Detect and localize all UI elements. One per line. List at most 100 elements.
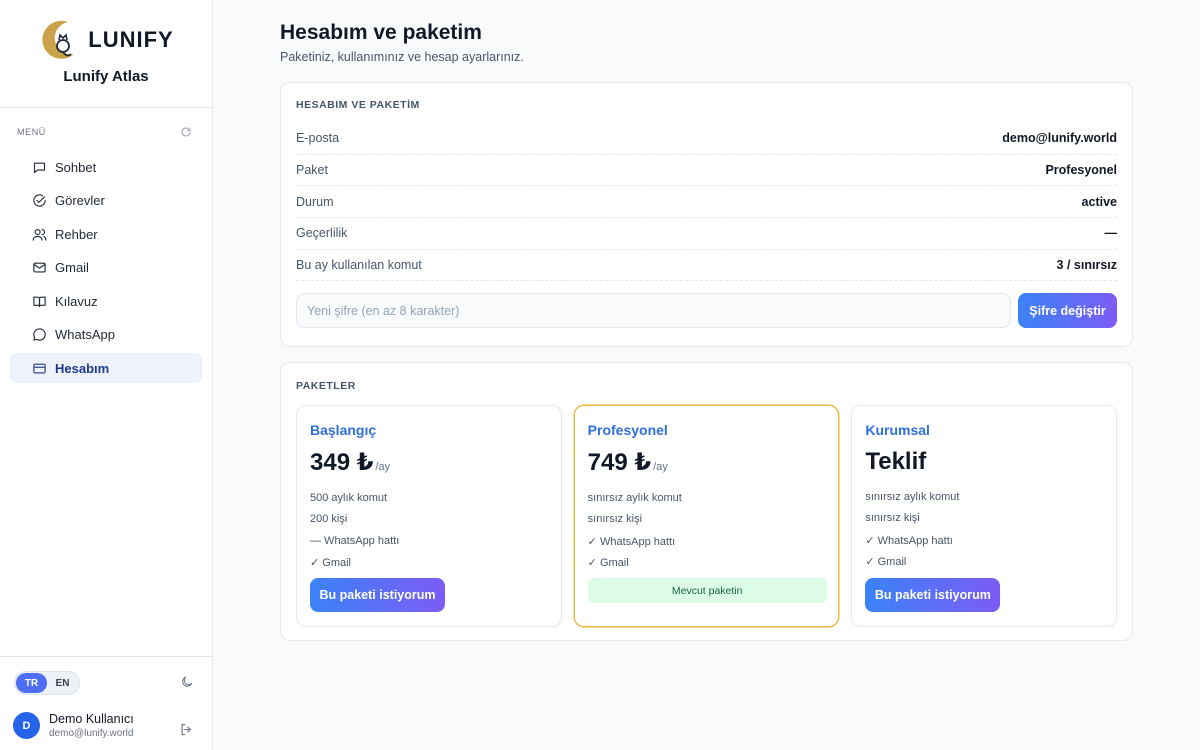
plan-card-profesyonel: Profesyonel 749 ₺ /ay sınırsız aylık kom… xyxy=(573,405,840,627)
sidebar-item-sohbet[interactable]: Sohbet xyxy=(10,152,202,182)
plan-price-amount: 349 ₺ xyxy=(310,449,374,476)
moon-icon[interactable] xyxy=(180,675,194,689)
plans-heading: PAKETLER xyxy=(296,380,356,392)
plan-card-baslangic: Başlangıç 349 ₺ /ay 500 aylık komut 200 … xyxy=(296,405,562,627)
plan-feature: ✓ Gmail xyxy=(587,556,629,569)
plan-feature: sınırsız aylık komut xyxy=(587,492,682,504)
moon-cat-logo-icon xyxy=(42,20,75,59)
account-row-status: Durum active xyxy=(296,186,1117,219)
main-content: Hesabım ve paketim Paketiniz, kullanımın… xyxy=(280,0,1133,641)
plan-feature: sınırsız kişi xyxy=(587,513,643,526)
plan-name: Profesyonel xyxy=(587,422,668,438)
plan-card-kurumsal: Kurumsal Teklif sınırsız aylık komut sın… xyxy=(851,405,1118,627)
brand-name: Lunify Atlas xyxy=(63,68,149,85)
request-plan-button[interactable]: Bu paketi istiyorum xyxy=(865,578,1001,612)
plan-feature: 500 aylık komut xyxy=(310,492,388,504)
plan-price-period: /ay xyxy=(653,461,668,473)
language-switch: TR EN xyxy=(14,671,80,695)
whatsapp-icon xyxy=(33,328,46,341)
sidebar-item-label: Hesabım xyxy=(55,360,110,376)
plans-list: Başlangıç 349 ₺ /ay 500 aylık komut 200 … xyxy=(296,405,1118,627)
account-row-email: E-posta demo@lunify.world xyxy=(296,123,1117,155)
row-value: demo@lunify.world xyxy=(1002,131,1117,146)
sidebar-footer: TR EN D Demo Kullanıcı demo@lunify.world xyxy=(0,656,212,750)
plan-feature: ✓ Gmail xyxy=(865,555,907,568)
plan-price: 749 ₺ /ay xyxy=(588,448,826,477)
current-plan-badge: Mevcut paketin xyxy=(587,578,827,603)
account-row-validity: Geçerlilik — xyxy=(296,218,1117,250)
plan-price-amount: 749 ₺ xyxy=(587,449,652,476)
sidebar-item-gorevler[interactable]: Görevler xyxy=(10,186,202,216)
sidebar-item-kilavuz[interactable]: Kılavuz xyxy=(10,286,202,316)
page-title: Hesabım ve paketim xyxy=(280,21,482,44)
account-row-usage: Bu ay kullanılan komut 3 / sınırsız xyxy=(296,250,1117,282)
sidebar-item-label: Gmail xyxy=(55,260,89,275)
plan-feature: ✓ WhatsApp hattı xyxy=(865,534,953,547)
plan-feature: sınırsız aylık komut xyxy=(865,491,960,503)
plan-price-period: /ay xyxy=(375,461,391,473)
plan-features: 500 aylık komut 200 kişi — WhatsApp hatt… xyxy=(310,492,548,577)
logo[interactable]: LUNIFY xyxy=(38,18,173,62)
sidebar-item-label: Sohbet xyxy=(55,159,97,175)
plan-features: sınırsız aylık komut sınırsız kişi ✓ Wha… xyxy=(588,492,826,577)
sidebar-item-hesabim[interactable]: Hesabım xyxy=(10,353,202,383)
sidebar-item-rehber[interactable]: Rehber xyxy=(10,219,202,249)
row-value: — xyxy=(1104,226,1118,241)
account-details: E-posta demo@lunify.world Paket Profesyo… xyxy=(296,123,1117,282)
check-circle-icon xyxy=(33,194,46,207)
password-change-form: Şifre değiştir xyxy=(296,293,1117,329)
lang-en-button[interactable]: EN xyxy=(47,673,78,693)
plan-price: 349 ₺ /ay xyxy=(310,448,548,477)
sidebar-item-whatsapp[interactable]: WhatsApp xyxy=(10,320,202,350)
mail-icon xyxy=(33,262,46,273)
change-password-button[interactable]: Şifre değiştir xyxy=(1018,293,1117,329)
logout-icon[interactable] xyxy=(179,722,194,737)
row-value: 3 / sınırsız xyxy=(1056,258,1117,273)
sidebar-item-label: Rehber xyxy=(55,226,98,242)
sidebar-nav: Sohbet Görevler Rehber Gmail Kılavuz Wha… xyxy=(0,152,212,383)
plan-feature: ✓ WhatsApp hattı xyxy=(587,535,676,548)
row-label: E-posta xyxy=(296,131,340,146)
book-icon xyxy=(33,296,46,307)
language-pill: TR EN xyxy=(14,671,80,695)
account-row-plan: Paket Profesyonel xyxy=(296,155,1117,187)
user-info: Demo Kullanıcı demo@lunify.world xyxy=(49,712,134,739)
sidebar: LUNIFY Lunify Atlas MENÜ Sohbet Görevler… xyxy=(0,0,213,750)
plan-price: Teklif xyxy=(865,448,1103,476)
user-profile[interactable]: D Demo Kullanıcı demo@lunify.world xyxy=(13,712,134,739)
chat-icon xyxy=(33,162,46,173)
sidebar-item-label: WhatsApp xyxy=(55,327,115,342)
sidebar-item-gmail[interactable]: Gmail xyxy=(10,253,202,283)
sidebar-item-label: Görevler xyxy=(55,193,105,208)
logo-text: LUNIFY xyxy=(88,27,174,52)
plan-feature: 200 kişi xyxy=(310,513,348,526)
row-value: active xyxy=(1081,194,1117,209)
row-label: Bu ay kullanılan komut xyxy=(296,258,422,273)
plan-feature: sınırsız kişi xyxy=(865,512,920,525)
plan-name: Kurumsal xyxy=(865,422,930,438)
plan-feature: — WhatsApp hattı xyxy=(310,534,400,547)
plans-card: PAKETLER Başlangıç 349 ₺ /ay 500 aylık k… xyxy=(280,362,1133,641)
account-card: HESABIM VE PAKETİM E-posta demo@lunify.w… xyxy=(280,82,1133,347)
user-email: demo@lunify.world xyxy=(49,728,134,739)
row-label: Paket xyxy=(296,163,328,178)
menu-label: MENÜ xyxy=(17,127,46,137)
brand-header: LUNIFY Lunify Atlas xyxy=(0,0,212,108)
avatar: D xyxy=(13,712,40,739)
card-icon xyxy=(33,363,46,373)
plan-feature: ✓ Gmail xyxy=(310,556,351,569)
page-subtitle: Paketiniz, kullanımınız ve hesap ayarlar… xyxy=(280,50,524,64)
refresh-icon[interactable] xyxy=(180,126,192,138)
row-label: Geçerlilik xyxy=(296,226,348,241)
menu-header: MENÜ xyxy=(0,126,212,138)
new-password-input[interactable] xyxy=(296,293,1011,329)
row-label: Durum xyxy=(296,194,334,209)
plan-name: Başlangıç xyxy=(310,422,377,438)
lang-tr-button[interactable]: TR xyxy=(16,673,47,693)
request-plan-button[interactable]: Bu paketi istiyorum xyxy=(310,578,445,612)
row-value: Profesyonel xyxy=(1045,163,1117,178)
users-icon xyxy=(32,228,47,241)
sidebar-item-label: Kılavuz xyxy=(55,293,98,309)
plan-price-amount: Teklif xyxy=(865,448,927,475)
plan-features: sınırsız aylık komut sınırsız kişi ✓ Wha… xyxy=(865,491,1103,576)
